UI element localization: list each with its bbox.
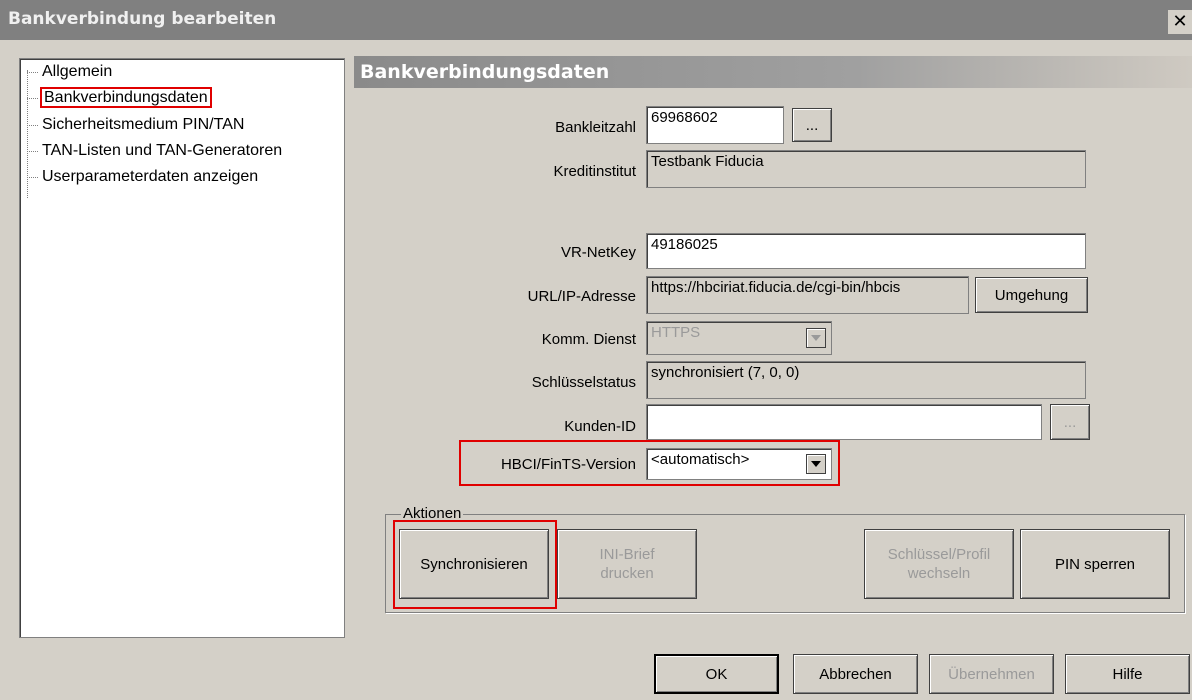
schluessel-profil-line2: wechseln	[907, 565, 971, 582]
schluesselstatus-label: Schlüsselstatus	[531, 374, 636, 391]
bankleitzahl-browse-button[interactable]: ...	[792, 108, 832, 142]
tree-connector-line	[27, 70, 28, 198]
tree-item-bankverbindungsdaten[interactable]: Bankverbindungsdaten	[27, 87, 212, 109]
pin-sperren-button[interactable]: PIN sperren	[1020, 529, 1170, 599]
highlight-synchronisieren	[393, 520, 557, 609]
vrnetkey-input[interactable]: 49186025	[646, 233, 1086, 269]
chevron-down-icon[interactable]	[806, 328, 826, 348]
bankleitzahl-input[interactable]: 69968602	[646, 106, 784, 144]
tree-item-label: Sicherheitsmedium PIN/TAN	[42, 116, 245, 133]
tree-item-label: TAN-Listen und TAN-Generatoren	[42, 142, 283, 159]
vrnetkey-label: VR-NetKey	[560, 244, 636, 261]
ini-brief-line1: INI-Brief	[599, 546, 655, 563]
ok-button[interactable]: OK	[654, 654, 779, 694]
title-bar: Bankverbindung bearbeiten ✕	[0, 0, 1192, 40]
bankleitzahl-label: Bankleitzahl	[555, 119, 636, 136]
window-title: Bankverbindung bearbeiten	[8, 9, 277, 29]
ini-brief-button[interactable]: INI-Brief drucken	[557, 529, 697, 599]
tree-item-label: Userparameterdaten anzeigen	[42, 168, 259, 185]
ini-brief-line2: drucken	[600, 565, 654, 582]
kreditinstitut-field: Testbank Fiducia	[646, 150, 1086, 188]
tree-item-allgemein[interactable]: Allgemein	[27, 61, 114, 83]
komm-dienst-label: Komm. Dienst	[541, 331, 636, 348]
url-field: https://hbciriat.fiducia.de/cgi-bin/hbci…	[646, 276, 969, 314]
komm-dienst-select[interactable]: HTTPS	[646, 321, 832, 355]
cancel-button[interactable]: Abbrechen	[793, 654, 918, 694]
tree-item-sicherheitsmedium[interactable]: Sicherheitsmedium PIN/TAN	[27, 114, 246, 136]
schluessel-profil-button[interactable]: Schlüssel/Profil wechseln	[864, 529, 1014, 599]
help-button[interactable]: Hilfe	[1065, 654, 1190, 694]
panel-header: Bankverbindungsdaten	[354, 56, 1192, 88]
tree-item-tan-listen[interactable]: TAN-Listen und TAN-Generatoren	[27, 140, 284, 162]
kunden-id-browse-button[interactable]: ...	[1050, 404, 1090, 440]
url-label: URL/IP-Adresse	[527, 288, 636, 305]
schluessel-profil-line1: Schlüssel/Profil	[887, 546, 991, 563]
tree-item-userparameterdaten[interactable]: Userparameterdaten anzeigen	[27, 166, 260, 188]
schluesselstatus-field: synchronisiert (7, 0, 0)	[646, 361, 1086, 399]
umgehung-button[interactable]: Umgehung	[975, 277, 1088, 313]
kreditinstitut-label: Kreditinstitut	[553, 163, 636, 180]
tree-item-label: Bankverbindungsdaten	[40, 87, 212, 108]
apply-button[interactable]: Übernehmen	[929, 654, 1054, 694]
kunden-id-label: Kunden-ID	[564, 418, 636, 435]
panel-title: Bankverbindungsdaten	[360, 61, 610, 83]
kunden-id-input[interactable]	[646, 404, 1042, 440]
close-button[interactable]: ✕	[1168, 10, 1192, 34]
tree-item-label: Allgemein	[42, 63, 113, 80]
highlight-hbci-version	[459, 440, 840, 486]
